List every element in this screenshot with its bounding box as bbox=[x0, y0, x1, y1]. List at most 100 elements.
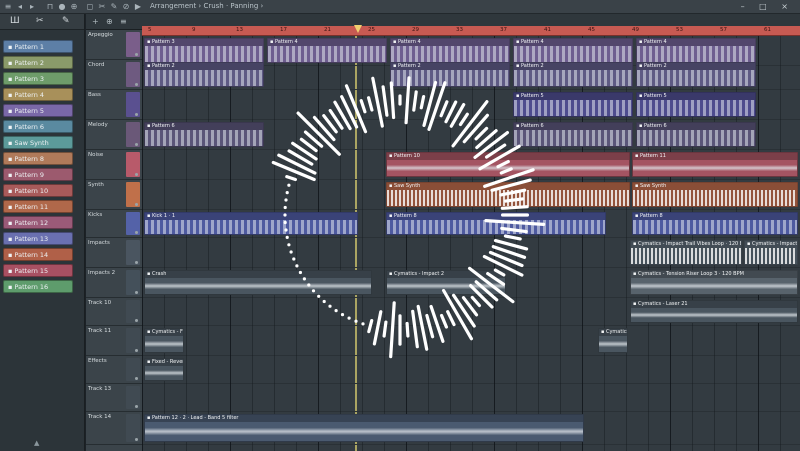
track-header[interactable]: Chord bbox=[86, 60, 142, 90]
right-arrow-icon[interactable]: ▸ bbox=[28, 3, 36, 11]
playlist-clip[interactable]: ▪ Cymatics - Tension Riser Loop 3 · 120 … bbox=[630, 270, 798, 295]
track-mute-led[interactable] bbox=[135, 53, 138, 56]
track-mute-led[interactable] bbox=[135, 231, 138, 234]
playlist-clip[interactable]: ▪ Pattern 6 bbox=[636, 122, 756, 147]
track-header[interactable]: Arpeggio bbox=[86, 30, 142, 60]
playlist-clip[interactable]: ▪ Pattern 2 bbox=[513, 62, 633, 87]
brush-icon[interactable]: Ш bbox=[10, 16, 20, 26]
slice-icon[interactable]: ✂ bbox=[98, 3, 106, 11]
magnet-icon[interactable]: ⊓ bbox=[46, 3, 54, 11]
track-mute-led[interactable] bbox=[135, 173, 138, 176]
pattern-item[interactable]: ▪ Pattern 8 bbox=[3, 152, 73, 165]
playlist-clip[interactable]: ▪ Pattern 4 bbox=[636, 38, 756, 63]
playlist-clip[interactable]: ▪ Pattern 2 bbox=[144, 62, 264, 87]
pattern-item[interactable]: ▪ Pattern 12 bbox=[3, 216, 73, 229]
playlist-clip[interactable]: ▪ Pattern 4 bbox=[513, 38, 633, 63]
playlist-clip[interactable]: ▪ Crash bbox=[144, 270, 372, 295]
picker-toolbar: Ш ✂ ✎ bbox=[0, 14, 84, 30]
playlist-clip[interactable]: ▪ Pattern 10 bbox=[386, 152, 630, 177]
menu-icon[interactable]: ≡ bbox=[4, 3, 12, 11]
track-mute-led[interactable] bbox=[135, 377, 138, 380]
playlist-clip[interactable]: ▪ Pattern 5 bbox=[513, 92, 633, 117]
track-mute-led[interactable] bbox=[135, 349, 138, 352]
select-icon[interactable]: ◻ bbox=[86, 3, 94, 11]
pattern-item[interactable]: ▪ Pattern 14 bbox=[3, 248, 73, 261]
playlist-clip[interactable]: ▪ Saw Synth bbox=[386, 182, 630, 207]
playlist-clip[interactable]: ▪ Pattern 2 bbox=[636, 62, 756, 87]
playlist-clip[interactable]: ▪ Pattern 4 bbox=[390, 38, 510, 63]
pattern-item[interactable]: ▪ Pattern 6 bbox=[3, 120, 73, 133]
pattern-item[interactable]: ▪ Pattern 16 bbox=[3, 280, 73, 293]
hamburger-icon[interactable]: ≡ bbox=[120, 17, 127, 26]
track-mute-led[interactable] bbox=[135, 203, 138, 206]
track-header[interactable]: Melody bbox=[86, 120, 142, 150]
track-mute-led[interactable] bbox=[135, 319, 138, 322]
track-header[interactable]: Bass bbox=[86, 90, 142, 120]
playlist-clip[interactable]: ▪ Cymatics - Impact Trail Vibes Loop · 1… bbox=[630, 240, 742, 265]
track-header[interactable]: Synth bbox=[86, 180, 142, 210]
playlist-clip[interactable]: ▪ Cymatics - Laser 21 bbox=[630, 300, 798, 323]
pattern-item[interactable]: ▪ Pattern 13 bbox=[3, 232, 73, 245]
playlist-clip[interactable]: ▪ Pattern 2 bbox=[390, 62, 510, 87]
pattern-item[interactable]: ▪ Pattern 3 bbox=[3, 72, 73, 85]
scissors-icon[interactable]: ✂ bbox=[36, 16, 44, 26]
track-header[interactable]: Effects bbox=[86, 356, 142, 384]
zoom-in-icon[interactable]: ⊕ bbox=[106, 17, 113, 26]
playlist-clip[interactable]: ▪ Pattern 5 bbox=[636, 92, 756, 117]
playlist-clip[interactable]: ▪ Pattern 6 bbox=[513, 122, 633, 147]
track-header[interactable]: Track 13 bbox=[86, 384, 142, 412]
left-arrow-icon[interactable]: ◂ bbox=[16, 3, 24, 11]
track-mute-led[interactable] bbox=[135, 83, 138, 86]
playlist-clip[interactable]: ▪ Pattern 3 bbox=[144, 38, 264, 63]
clip-label: ▪ Pattern 6 bbox=[637, 123, 755, 130]
pencil-tool-icon[interactable]: ✎ bbox=[110, 3, 118, 11]
playlist-clip[interactable]: ▪ Cymatics - Impact Trail Vibes Loop · 1… bbox=[744, 240, 798, 265]
playlist-clip[interactable]: ▪ Pattern 8 bbox=[386, 212, 606, 235]
clip-content bbox=[514, 46, 632, 62]
playlist-clip[interactable]: ▪ Pattern 12 · 2 · Lead - Band 5 filter bbox=[144, 414, 584, 442]
track-header[interactable]: Noise bbox=[86, 150, 142, 180]
pattern-item[interactable]: ▪ Pattern 1 bbox=[3, 40, 73, 53]
playlist-clip[interactable]: ▪ Saw Synth bbox=[632, 182, 798, 207]
playlist-clip[interactable]: ▪ Pattern 11 bbox=[632, 152, 798, 177]
track-mute-led[interactable] bbox=[135, 438, 138, 441]
playlist-clip[interactable]: ▪ Cymatics - FX 2 bbox=[144, 328, 184, 353]
pattern-item[interactable]: ▪ Pattern 11 bbox=[3, 200, 73, 213]
scroll-up-icon[interactable]: ▲ bbox=[34, 439, 39, 447]
pattern-item[interactable]: ▪ Pattern 2 bbox=[3, 56, 73, 69]
track-header[interactable]: Impacts 2 bbox=[86, 268, 142, 298]
track-header[interactable]: Impacts bbox=[86, 238, 142, 268]
record-icon[interactable]: ● bbox=[58, 3, 66, 11]
track-header[interactable]: Track 11 bbox=[86, 326, 142, 356]
window-controls[interactable]: – □ × bbox=[741, 2, 794, 11]
playlist-clip[interactable]: ▪ Cymatics - Impact 2 bbox=[386, 270, 506, 295]
playlist-grid[interactable]: ▪ Pattern 3 ▪ Pattern 4 ▪ Pattern 4 ▪ Patte… bbox=[142, 36, 800, 451]
pattern-item[interactable]: ▪ Saw Synth bbox=[3, 136, 73, 149]
track-mute-led[interactable] bbox=[135, 291, 138, 294]
pencil-icon[interactable]: ✎ bbox=[62, 16, 70, 26]
track-mute-led[interactable] bbox=[135, 261, 138, 264]
track-mute-led[interactable] bbox=[135, 405, 138, 408]
pattern-item[interactable]: ▪ Pattern 15 bbox=[3, 264, 73, 277]
playlist-clip[interactable]: ▪ Pattern 4 bbox=[267, 38, 387, 63]
track-mute-led[interactable] bbox=[135, 113, 138, 116]
pattern-item[interactable]: ▪ Pattern 5 bbox=[3, 104, 73, 117]
playlist-clip[interactable]: ▪ Cymatics - FX 2 bbox=[598, 328, 628, 353]
pattern-item[interactable]: ▪ Pattern 4 bbox=[3, 88, 73, 101]
mute-icon[interactable]: ⊘ bbox=[122, 3, 130, 11]
playlist-clip[interactable]: ▪ Fixed - Reverse bbox=[144, 358, 184, 381]
playlist-clip[interactable]: ▪ Pattern 8 bbox=[632, 212, 798, 235]
play-icon[interactable]: ▶ bbox=[134, 3, 142, 11]
track-label: Track 10 bbox=[88, 300, 112, 306]
track-header[interactable]: Track 14 bbox=[86, 412, 142, 445]
playlist-clip[interactable]: ▪ Pattern 6 bbox=[144, 122, 264, 147]
track-header[interactable]: Kicks bbox=[86, 210, 142, 238]
pattern-item[interactable]: ▪ Pattern 10 bbox=[3, 184, 73, 197]
zoom-icon[interactable]: ⊕ bbox=[70, 3, 78, 11]
track-header[interactable]: Track 10 bbox=[86, 298, 142, 326]
timeline-ruler[interactable]: 5 9 13 17 21 25 29 33 37 41 45 49 53 57 61 bbox=[142, 26, 800, 36]
playlist-clip[interactable]: ▪ Kick 1 · 1 bbox=[144, 212, 358, 235]
add-track-icon[interactable]: + bbox=[92, 17, 99, 26]
track-mute-led[interactable] bbox=[135, 143, 138, 146]
pattern-item[interactable]: ▪ Pattern 9 bbox=[3, 168, 73, 181]
